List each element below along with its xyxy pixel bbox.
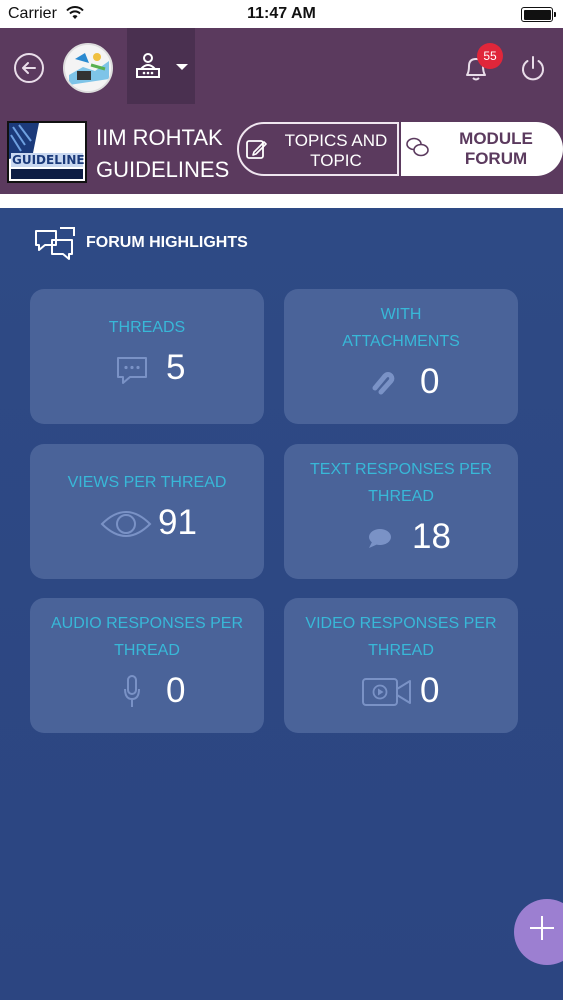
paperclip-icon xyxy=(372,372,395,395)
comment-icon xyxy=(369,529,391,548)
tab-topics-label: TOPICS AND TOPIC xyxy=(284,131,388,170)
views-card[interactable]: VIEWS PER THREAD 91 xyxy=(30,444,264,579)
avatar-image xyxy=(65,45,111,91)
text-responses-value: 18 xyxy=(412,517,451,556)
audio-responses-value: 0 xyxy=(166,671,186,710)
video-responses-card[interactable]: VIDEO RESPONSES PER THREAD 0 xyxy=(284,598,518,733)
course-title: IIM ROHTAK GUIDELINES xyxy=(96,125,230,182)
forum-highlights-title: FORUM HIGHLIGHTS xyxy=(86,234,248,251)
logout-button[interactable] xyxy=(518,53,548,83)
views-value: 91 xyxy=(158,503,197,542)
video-responses-label: VIDEO RESPONSES PER THREAD xyxy=(305,615,497,659)
text-responses-card[interactable]: TEXT RESPONSES PER THREAD 18 xyxy=(284,444,518,579)
audio-responses-card[interactable]: AUDIO RESPONSES PER THREAD 0 xyxy=(30,598,264,733)
attachments-label: WITH ATTACHMENTS xyxy=(342,306,460,350)
avatar[interactable] xyxy=(63,43,113,93)
microphone-icon xyxy=(124,675,140,707)
forum-icon xyxy=(406,137,429,157)
plus-icon-vertical xyxy=(541,916,543,940)
threads-label: THREADS xyxy=(108,319,186,336)
threads-value: 5 xyxy=(166,348,186,387)
forum-highlights-panel: FORUM HIGHLIGHTS THREADS 5 WITH ATTACHME… xyxy=(0,208,563,1000)
back-arrow-icon xyxy=(22,62,36,74)
attachments-card[interactable]: WITH ATTACHMENTS 0 xyxy=(284,289,518,424)
chat-bubble-icon xyxy=(117,357,147,384)
course-logo-image xyxy=(9,123,85,181)
threads-card[interactable]: THREADS 5 xyxy=(30,289,264,424)
video-camera-icon xyxy=(362,678,411,706)
course-thumbnail: GUIDELINES xyxy=(7,121,87,183)
role-switcher[interactable] xyxy=(127,28,195,104)
edit-note-icon xyxy=(246,140,267,159)
audio-responses-label: AUDIO RESPONSES PER THREAD xyxy=(50,615,244,659)
chevron-down-icon xyxy=(176,64,188,70)
notification-badge: 55 xyxy=(477,43,503,69)
clock: 11:47 AM xyxy=(247,5,316,22)
chat-bubbles-icon xyxy=(35,227,75,260)
tab-forum-label: MODULE FORUM xyxy=(459,129,533,168)
battery-icon xyxy=(521,7,556,22)
eye-icon xyxy=(100,511,152,537)
header-divider xyxy=(0,194,563,208)
power-icon xyxy=(522,56,544,81)
attachments-value: 0 xyxy=(420,362,440,401)
text-responses-label: TEXT RESPONSES PER THREAD xyxy=(310,461,492,505)
presenter-icon xyxy=(136,53,160,78)
tab-topics[interactable]: TOPICS AND TOPIC xyxy=(237,122,399,176)
views-label: VIEWS PER THREAD xyxy=(67,474,227,491)
tab-module-forum[interactable]: MODULE FORUM xyxy=(401,122,563,176)
back-button[interactable] xyxy=(14,53,44,83)
status-bar: Carrier 11:47 AM xyxy=(0,0,563,28)
course-thumb-text: GUIDELINES xyxy=(12,153,87,167)
video-responses-value: 0 xyxy=(420,671,440,710)
